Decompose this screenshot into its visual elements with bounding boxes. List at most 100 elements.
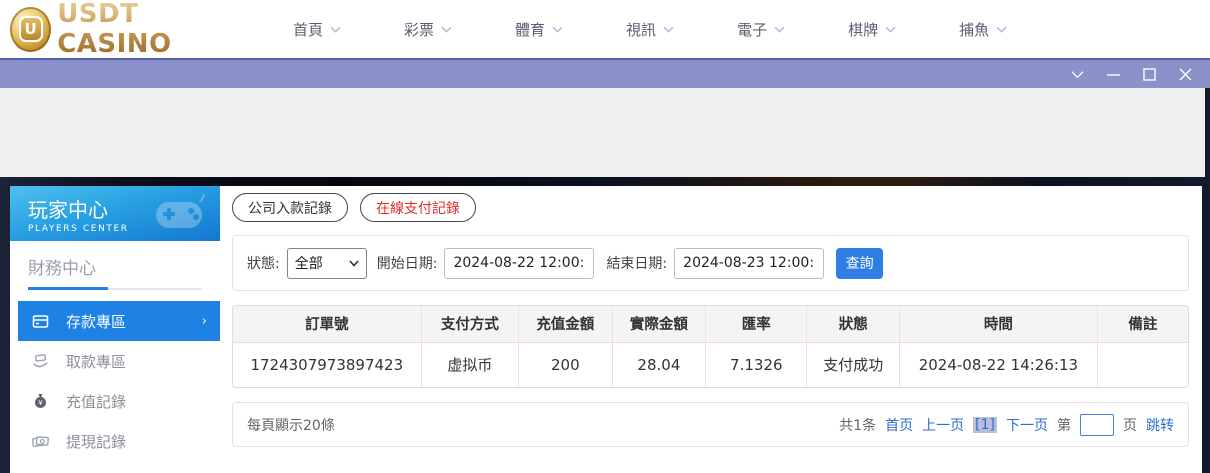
end-date-input[interactable]: [674, 247, 825, 279]
chevron-down-icon: [552, 26, 563, 33]
sidebar-section: 財務中心: [10, 241, 220, 290]
window-titlebar: [0, 58, 1210, 88]
nav-item-lottery[interactable]: 彩票: [404, 19, 452, 40]
end-date-label: 結束日期:: [606, 256, 668, 272]
cell-remark: [1097, 342, 1188, 387]
records-table: 訂單號 支付方式 充值金額 實際金額 匯率 狀態 時間 備註 172430797…: [232, 305, 1189, 388]
cell-payment-method: 虚拟币: [421, 342, 520, 387]
main-nav: 首頁 彩票 體育 視訊 電子 棋牌 捕魚: [293, 19, 1007, 40]
sidebar-header: 玩家中心 PLAYERS CENTER: [10, 186, 220, 241]
nav-item-sports[interactable]: 體育: [515, 19, 563, 40]
sidebar-item-recharge-records[interactable]: ¥ 充值記錄: [18, 381, 220, 421]
sidebar-item-label: 提現記錄: [66, 432, 127, 451]
select-chevron-icon: [349, 259, 359, 267]
records-content: 公司入款記錄 在線支付記錄 狀態: 全部 開始日期: 結束日期: 查詢: [220, 186, 1202, 473]
nav-item-live[interactable]: 視訊: [626, 19, 674, 40]
minimize-icon[interactable]: [1107, 68, 1120, 81]
status-label: 狀態:: [247, 256, 280, 272]
chevron-down-icon: [663, 26, 674, 33]
money-bag-icon: ¥: [32, 393, 49, 410]
sidebar-item-label: 取款專區: [66, 352, 127, 371]
tab-online-payment-records[interactable]: 在線支付記錄: [360, 193, 476, 222]
page-jump-input[interactable]: [1080, 413, 1114, 436]
nav-item-slots[interactable]: 電子: [737, 19, 785, 40]
tab-company-deposit-records[interactable]: 公司入款記錄: [232, 193, 348, 222]
gamepad-icon: [156, 194, 205, 228]
section-underline: [28, 287, 202, 290]
coin-logo-icon: U: [10, 6, 52, 52]
col-exchange-rate: 匯率: [705, 306, 808, 343]
col-order-no: 訂單號: [233, 306, 422, 343]
current-page-indicator: [1]: [973, 416, 997, 433]
sidebar: 玩家中心 PLAYERS CENTER 財務中心 存款專區 › 取款專區 ¥ 充…: [10, 186, 220, 473]
start-date-input[interactable]: [444, 247, 595, 279]
jump-action-link[interactable]: 跳转: [1146, 415, 1174, 435]
prev-page-link[interactable]: 上一页: [922, 415, 964, 435]
chevron-down-icon: [885, 26, 896, 33]
site-header: U USDT CASINO 首頁 彩票 體育 視訊 電子 棋牌 捕魚: [0, 0, 1210, 59]
chevron-down-icon: [996, 26, 1007, 33]
sidebar-item-funds-records[interactable]: 資金記錄: [18, 461, 220, 473]
cell-time: 2024-08-22 14:26:13: [899, 342, 1098, 387]
nav-label: 彩票: [404, 20, 435, 39]
sidebar-item-label: 充值記錄: [66, 392, 127, 411]
col-time: 時間: [899, 306, 1098, 343]
nav-label: 首頁: [293, 20, 324, 39]
nav-label: 體育: [515, 20, 546, 39]
cell-order-no: 1724307973897423: [233, 342, 422, 387]
status-select[interactable]: 全部: [286, 247, 367, 279]
withdraw-hand-icon: [32, 353, 49, 370]
nav-label: 捕魚: [959, 20, 990, 39]
sidebar-item-deposit[interactable]: 存款專區 ›: [18, 301, 220, 341]
col-remark: 備註: [1097, 306, 1188, 343]
pagination-controls: 共1条 首页 上一页 [1] 下一页 第 页 跳转: [839, 413, 1174, 436]
cell-recharge-amount: 200: [518, 342, 613, 387]
total-count-text: 共1条: [839, 417, 877, 434]
close-icon[interactable]: [1179, 68, 1192, 81]
col-payment-method: 支付方式: [421, 306, 520, 343]
col-recharge-amount: 充值金額: [518, 306, 613, 343]
banknotes-icon: [32, 433, 49, 450]
sidebar-item-withdraw[interactable]: 取款專區: [18, 341, 220, 381]
pagination-bar: 每頁顯示20條 共1条 首页 上一页 [1] 下一页 第 页 跳转: [232, 402, 1189, 447]
record-tabs: 公司入款記錄 在線支付記錄: [232, 193, 1189, 222]
status-select-value: 全部: [294, 256, 323, 272]
nav-label: 視訊: [626, 20, 657, 39]
nav-label: 電子: [737, 20, 768, 39]
nav-item-cards[interactable]: 棋牌: [848, 19, 896, 40]
maximize-icon[interactable]: [1143, 67, 1156, 81]
chevron-down-icon: [441, 26, 452, 33]
jump-suffix-text: 页: [1123, 417, 1137, 434]
sidebar-item-cashout-records[interactable]: 提現記錄: [18, 421, 220, 461]
chevron-down-icon: [330, 26, 341, 33]
table-header-row: 訂單號 支付方式 充值金額 實際金額 匯率 狀態 時間 備註: [233, 306, 1188, 343]
col-actual-amount: 實際金額: [612, 306, 707, 343]
window-controls: [1071, 67, 1192, 81]
page-size-text: 每頁顯示20條: [247, 417, 335, 434]
logo-text: USDT CASINO: [57, 0, 245, 59]
window-collapse-icon[interactable]: [1071, 68, 1084, 81]
nav-item-home[interactable]: 首頁: [293, 19, 341, 40]
search-button[interactable]: 查詢: [836, 247, 884, 279]
site-logo[interactable]: U USDT CASINO: [10, 0, 245, 59]
sidebar-menu: 存款專區 › 取款專區 ¥ 充值記錄 提現記錄: [10, 301, 220, 473]
chevron-right-icon: ›: [201, 313, 207, 329]
jump-prefix-text: 第: [1057, 417, 1071, 434]
chevron-down-icon: [774, 26, 785, 33]
next-page-link[interactable]: 下一页: [1006, 415, 1048, 435]
col-status: 狀態: [806, 306, 901, 343]
section-title: 財務中心: [28, 259, 96, 279]
cell-exchange-rate: 7.1326: [705, 342, 808, 387]
nav-item-fishing[interactable]: 捕魚: [959, 19, 1007, 40]
first-page-link[interactable]: 首页: [885, 415, 913, 435]
cell-actual-amount: 28.04: [612, 342, 707, 387]
sidebar-item-label: 存款專區: [66, 312, 127, 331]
logo-u-badge: U: [18, 16, 43, 42]
deposit-card-icon: [32, 313, 49, 330]
player-center-panel: 玩家中心 PLAYERS CENTER 財務中心 存款專區 › 取款專區 ¥ 充…: [10, 186, 1202, 473]
dialog-empty-area: [0, 88, 1205, 177]
start-date-label: 開始日期:: [376, 256, 438, 272]
svg-text:¥: ¥: [38, 399, 43, 407]
nav-label: 棋牌: [848, 20, 879, 39]
filter-bar: 狀態: 全部 開始日期: 結束日期: 查詢: [232, 235, 1189, 291]
